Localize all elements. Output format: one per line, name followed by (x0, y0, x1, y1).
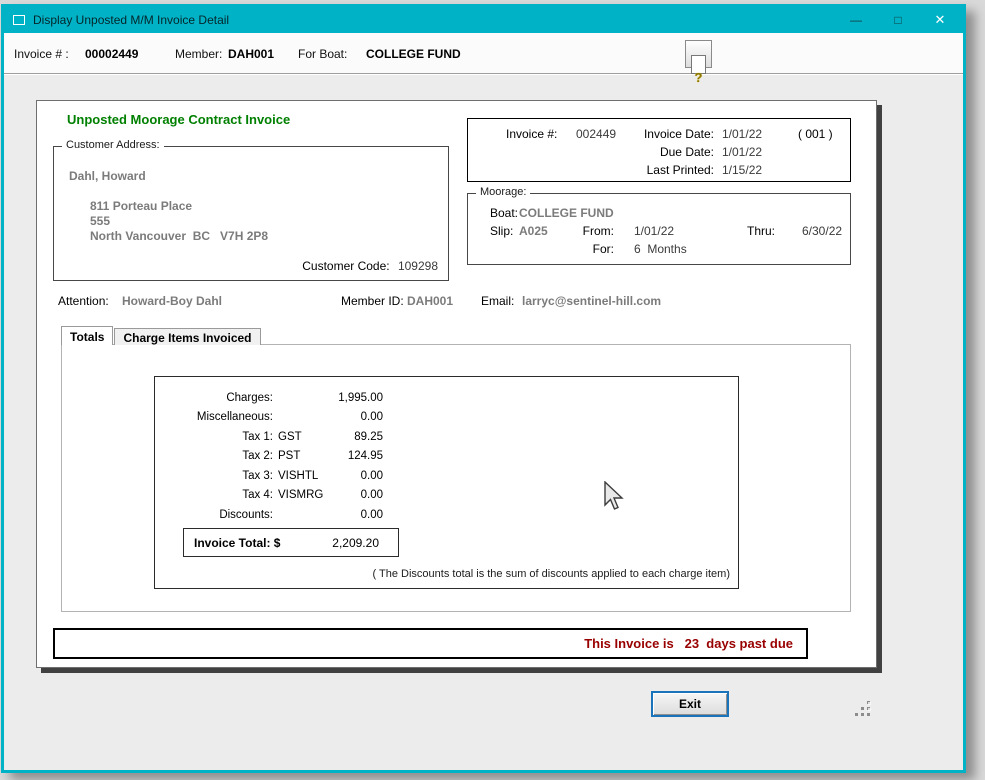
thru-date-value: 6/30/22 (802, 224, 842, 238)
contact-row: Attention: Howard-Boy Dahl Member ID: DA… (37, 294, 876, 310)
past-due-box: This Invoice is 23 days past due (53, 628, 808, 659)
boat-value: COLLEGE FUND (519, 206, 614, 220)
past-due-text: This Invoice is 23 days past due (584, 636, 793, 651)
close-icon: ✕ (935, 12, 946, 28)
from-label: From: (566, 224, 614, 238)
invoice-batch-value: ( 001 ) (798, 127, 833, 141)
help-button[interactable]: ? (685, 40, 712, 68)
help-icon: ? (691, 55, 706, 74)
member-id-label: Member ID: (341, 294, 404, 308)
window-controls: — □ ✕ (835, 7, 961, 33)
address-line-3: North Vancouver BC V7H 2P8 (90, 229, 268, 244)
customer-address-group: Customer Address: Dahl, Howard 811 Porte… (53, 146, 449, 281)
from-date-value: 1/01/22 (634, 224, 674, 238)
totals-row-charges: Charges:1,995.00 (155, 388, 383, 408)
member-value: DAH001 (228, 47, 274, 61)
moorage-group: Moorage: Boat: COLLEGE FUND Slip: A025 F… (467, 193, 851, 265)
invoice-no-label: Invoice #: (506, 127, 557, 141)
maximize-button[interactable]: □ (877, 7, 919, 33)
tab-charge-items-label: Charge Items Invoiced (123, 331, 251, 345)
app-window: Display Unposted M/M Invoice Detail — □ … (1, 4, 966, 773)
invoice-total-label: Invoice Total: $ (184, 536, 280, 550)
minimize-icon: — (850, 13, 862, 27)
slip-value: A025 (519, 224, 548, 238)
discounts-note: ( The Discounts total is the sum of disc… (373, 568, 730, 580)
titlebar[interactable]: Display Unposted M/M Invoice Detail — □ … (4, 7, 963, 33)
invoice-total-value: 2,209.20 (332, 536, 398, 550)
totals-row-tax4: Tax 4:VISMRG0.00 (155, 486, 383, 506)
minimize-button[interactable]: — (835, 7, 877, 33)
email-value: larryc@sentinel-hill.com (522, 294, 661, 308)
page-title: Unposted Moorage Contract Invoice (67, 112, 290, 127)
address-line-1: 811 Porteau Place (90, 199, 268, 214)
totals-box: Charges:1,995.00 Miscellaneous:0.00 Tax … (154, 376, 739, 589)
tab-charge-items-invoiced[interactable]: Charge Items Invoiced (114, 328, 260, 345)
customer-code-row: Customer Code: 109298 (302, 259, 438, 273)
close-button[interactable]: ✕ (919, 7, 961, 33)
duration-value: 6 Months (634, 242, 687, 256)
boat-label: Boat: (490, 206, 518, 220)
slip-label: Slip: (490, 224, 513, 238)
attention-value: Howard-Boy Dahl (122, 294, 222, 308)
tab-totals[interactable]: Totals (61, 326, 113, 345)
totals-row-tax1: Tax 1:GST89.25 (155, 427, 383, 447)
thru-label: Thru: (747, 224, 775, 238)
member-id-value: DAH001 (407, 294, 453, 308)
invoice-total-box: Invoice Total: $ 2,209.20 (183, 528, 399, 557)
totals-row-discounts: Discounts:0.00 (155, 505, 383, 525)
for-boat-label: For Boat: (298, 47, 347, 61)
invoice-number-value: 00002449 (85, 47, 138, 61)
last-printed-value: 1/15/22 (722, 163, 762, 177)
resize-grip-icon[interactable] (853, 699, 873, 719)
invoice-no-value: 002449 (576, 127, 616, 141)
last-printed-label: Last Printed: (616, 163, 714, 177)
address-line-2: 555 (90, 214, 268, 229)
customer-code-value: 109298 (393, 259, 438, 273)
maximize-icon: □ (894, 13, 901, 27)
totals-rows: Charges:1,995.00 Miscellaneous:0.00 Tax … (155, 388, 383, 525)
tab-totals-label: Totals (70, 330, 104, 344)
invoice-number-label: Invoice # : (14, 47, 69, 61)
customer-name: Dahl, Howard (69, 169, 146, 183)
invoice-dates-box: Invoice #: 002449 Invoice Date: 1/01/22 … (467, 118, 851, 182)
invoice-header-bar: Invoice # : 00002449 Member: DAH001 For … (4, 33, 963, 74)
customer-address: 811 Porteau Place 555 North Vancouver BC… (90, 199, 268, 244)
window-title: Display Unposted M/M Invoice Detail (33, 13, 229, 27)
due-date-value: 1/01/22 (722, 145, 762, 159)
totals-row-tax2: Tax 2:PST124.95 (155, 447, 383, 467)
email-label: Email: (481, 294, 514, 308)
window-icon (13, 15, 25, 25)
for-label: For: (566, 242, 614, 256)
member-label: Member: (175, 47, 222, 61)
for-boat-value: COLLEGE FUND (366, 47, 461, 61)
totals-row-miscellaneous: Miscellaneous:0.00 (155, 408, 383, 428)
customer-code-label: Customer Code: (302, 259, 389, 273)
customer-address-group-label: Customer Address: (62, 139, 164, 151)
exit-button[interactable]: Exit (651, 691, 729, 717)
moorage-group-label: Moorage: (476, 186, 530, 200)
invoice-date-value: 1/01/22 (722, 127, 762, 141)
invoice-detail-panel: Unposted Moorage Contract Invoice Custom… (36, 100, 877, 668)
due-date-label: Due Date: (616, 145, 714, 159)
attention-label: Attention: (58, 294, 109, 308)
totals-row-tax3: Tax 3:VISHTL0.00 (155, 466, 383, 486)
invoice-date-label: Invoice Date: (616, 127, 714, 141)
tab-strip: Totals Charge Items Invoiced (61, 326, 262, 345)
